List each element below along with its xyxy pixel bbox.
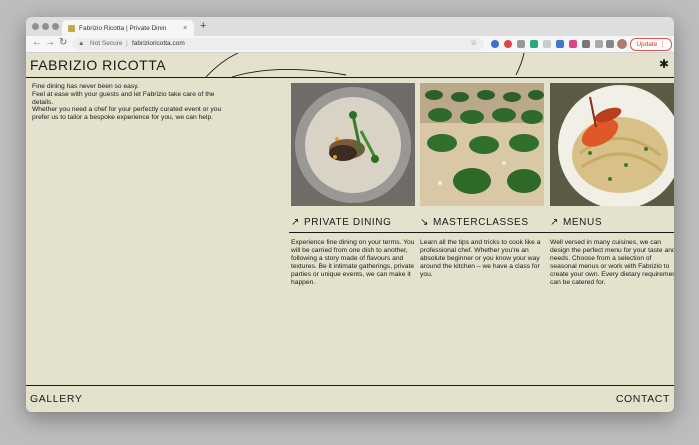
update-menu-icon: ⋮ [659, 41, 666, 48]
extension-icon[interactable] [582, 40, 590, 48]
browser-window: Fabrizio Ricotta | Private Dinin × + ← →… [26, 17, 674, 412]
card-divider [289, 232, 419, 233]
asterisk-menu-icon[interactable]: ✱ [659, 57, 669, 71]
menus-photo[interactable] [550, 83, 674, 206]
card-description: Experience fine dining on your terms. Yo… [291, 239, 415, 286]
card-title[interactable]: ↘ MASTERCLASSES [420, 217, 544, 228]
card-divider [418, 232, 548, 233]
arrow-up-right-icon: ↗ [550, 217, 559, 228]
star-icon[interactable]: ☆ [470, 38, 477, 47]
puzzle-icon[interactable] [606, 40, 614, 48]
minimize-window-icon[interactable] [42, 23, 49, 30]
extension-icon[interactable] [569, 40, 577, 48]
address-bar[interactable]: ▲ Not Secure | fabrizioricotta.com [72, 38, 484, 50]
extension-icon[interactable] [491, 40, 499, 48]
page: FABRIZIO RICOTTA ✱ Fine dining has never… [26, 53, 674, 412]
title-bar: Fabrizio Ricotta | Private Dinin × + [26, 17, 674, 36]
footer-divider [26, 385, 674, 386]
arrow-up-right-icon: ↗ [291, 217, 300, 228]
card-title-label: PRIVATE DINING [303, 217, 392, 228]
arrow-down-right-icon: ↘ [420, 217, 429, 228]
card-title[interactable]: ↗ PRIVATE DINING [291, 217, 415, 228]
gallery-link[interactable]: GALLERY [30, 393, 82, 405]
intro-text: Fine dining has never been so easy. Feel… [32, 83, 230, 122]
reload-icon[interactable]: ↻ [59, 37, 67, 48]
extension-icon[interactable] [530, 40, 538, 48]
intro-line: Whether you need a chef for your perfect… [32, 106, 222, 122]
card-title-label: MENUS [562, 217, 603, 228]
tab-title: Fabrizio Ricotta | Private Dinin [79, 24, 167, 32]
ravioli-image [420, 83, 544, 206]
extension-icon[interactable] [504, 40, 512, 48]
intro-line: Fine dining has never been so easy. [32, 83, 139, 90]
url-text[interactable]: fabrizioricotta.com [132, 38, 185, 50]
browser-toolbar: ← → ↻ ▲ Not Secure | fabrizioricotta.com… [26, 36, 674, 53]
maximize-window-icon[interactable] [52, 23, 59, 30]
card-divider [548, 232, 674, 233]
tab-close-icon[interactable]: × [183, 25, 187, 32]
warning-icon: ▲ [78, 40, 85, 47]
new-tab-button[interactable]: + [200, 20, 206, 32]
update-button[interactable]: Update ⋮ [630, 38, 672, 51]
plated-dish-image [291, 83, 415, 206]
private-dining-photo[interactable] [291, 83, 415, 206]
update-label: Update [636, 41, 658, 48]
masterclasses-photo[interactable] [420, 83, 544, 206]
extension-icon[interactable] [543, 40, 551, 48]
browser-tab[interactable]: Fabrizio Ricotta | Private Dinin × [62, 20, 194, 36]
card-title-label: MASTERCLASSES [432, 217, 529, 228]
forward-arrow-icon[interactable]: → [45, 37, 55, 48]
address-separator: | [126, 40, 128, 47]
card-description: Well versed in many cuisines, we can des… [550, 239, 674, 286]
intro-line: Feel at ease with your guests and let Fa… [32, 90, 215, 106]
card-title[interactable]: ↗ MENUS [550, 217, 674, 228]
prawn-pasta-image [550, 83, 674, 206]
extension-icon[interactable] [556, 40, 564, 48]
card-description: Learn all the tips and tricks to cook li… [420, 239, 541, 278]
contact-link[interactable]: CONTACT [616, 393, 670, 405]
favicon-icon [68, 24, 75, 32]
profile-avatar-icon[interactable] [617, 39, 627, 49]
close-window-icon[interactable] [32, 23, 39, 30]
security-label: Not Secure [90, 40, 123, 47]
header-divider [26, 77, 674, 78]
extension-icon[interactable] [595, 40, 603, 48]
back-arrow-icon[interactable]: ← [32, 37, 42, 48]
extension-icon[interactable] [517, 40, 525, 48]
